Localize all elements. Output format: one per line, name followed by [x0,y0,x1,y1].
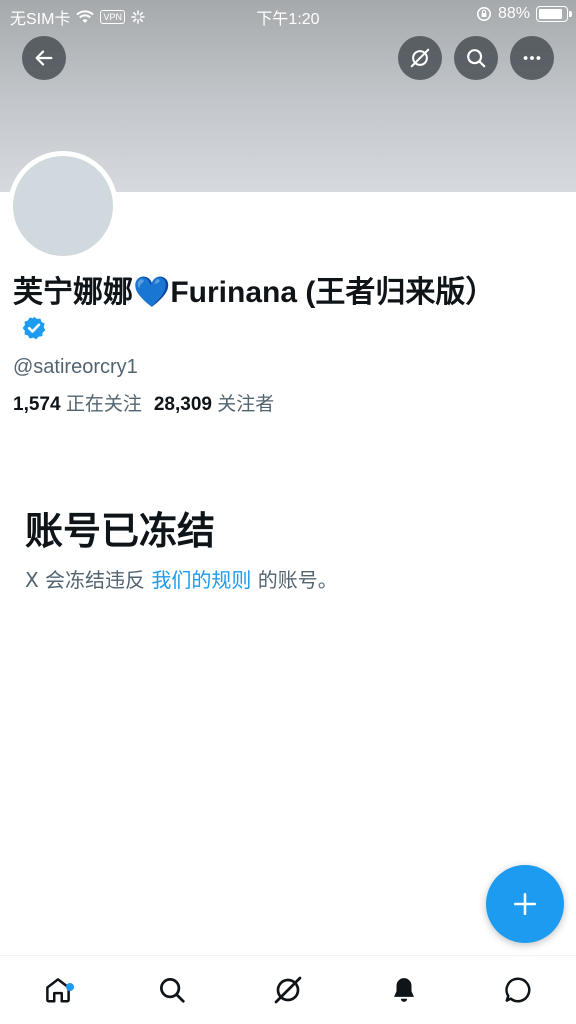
notification-dot [66,983,74,991]
suspended-title: 账号已冻结 [25,509,216,553]
search-button[interactable] [454,36,498,80]
following-link[interactable]: 1,574 正在关注 [13,394,142,415]
more-button[interactable] [510,36,554,80]
battery-percent: 88% [497,5,530,22]
bell-icon [394,978,414,1002]
battery-level [539,9,562,19]
nav-search[interactable] [152,970,192,1010]
nav-grok[interactable] [268,970,308,1010]
back-button[interactable] [22,36,66,80]
plus-icon [513,892,537,916]
more-icon [523,56,541,60]
rules-link[interactable]: 我们的规则 [151,568,251,592]
suspended-desc-suffix: 的账号。 [251,568,338,592]
suspended-description: X 会冻结违反 我们的规则 的账号。 [25,564,338,593]
nav-messages[interactable] [498,970,538,1010]
messages-icon [505,977,531,1003]
status-bar: 无SIM卡 VPN 下午1:20 88% [0,0,576,30]
grok-button[interactable] [398,36,442,80]
followers-link[interactable]: 28,309 关注者 [154,394,274,415]
nav-notifications[interactable] [384,970,424,1010]
orientation-lock-icon [476,7,491,21]
avatar[interactable] [8,151,118,261]
follow-stats: 1,574 正在关注 28,309 关注者 [13,389,274,416]
grok-icon [274,976,302,1004]
display-name: 芙宁娜娜💙Furinana (王者归来版） [13,274,513,348]
user-handle: @satireorcry1 [13,356,138,378]
followers-label: 关注者 [217,394,275,415]
avatar-placeholder [13,156,113,256]
bottom-nav [0,955,576,1024]
grok-icon [410,48,430,68]
search-icon [160,978,185,1003]
arrow-left-icon [35,50,53,66]
following-label: 正在关注 [65,394,142,415]
verified-badge-icon[interactable] [21,315,47,341]
battery-icon [536,6,572,22]
followers-count: 28,309 [153,394,212,415]
search-icon [467,49,486,68]
display-name-text: 芙宁娜娜💙Furinana (王者归来版） [13,276,496,309]
nav-home[interactable] [38,970,78,1010]
compose-button[interactable] [486,865,564,943]
following-count: 1,574 [13,394,61,415]
suspended-desc-prefix: X 会冻结违反 [25,568,152,592]
